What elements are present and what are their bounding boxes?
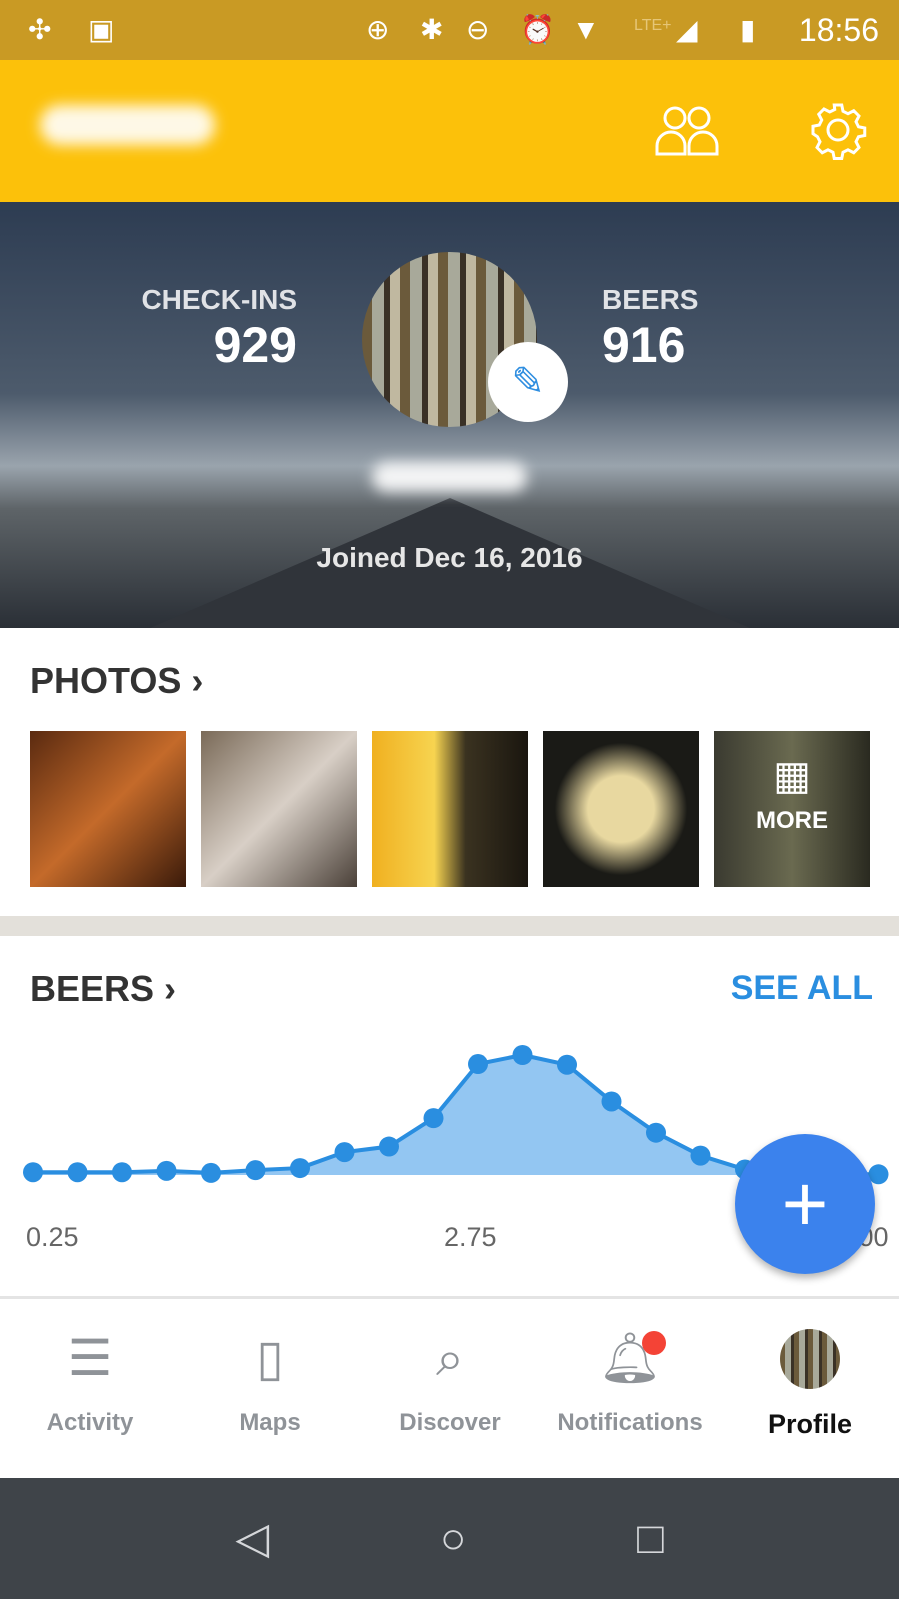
map-icon: ▯ xyxy=(256,1330,284,1386)
checkins-stat[interactable]: CHECK-INS 929 xyxy=(141,284,297,374)
nav-profile[interactable]: Profile xyxy=(720,1299,899,1479)
notification-badge xyxy=(642,1331,666,1355)
plus-icon: + xyxy=(781,1159,829,1248)
joined-date: Joined Dec 16, 2016 xyxy=(316,542,583,573)
settings-icon[interactable] xyxy=(808,100,868,160)
section-divider xyxy=(0,916,899,936)
chart-point xyxy=(23,1162,43,1183)
grid-icon: ▦ xyxy=(773,754,811,798)
signal-icon: ◢ xyxy=(676,14,698,45)
nav-notifications[interactable]: 🔔︎ Notifications xyxy=(540,1299,720,1479)
alarm-icon: ⏰ xyxy=(520,14,555,45)
nav-label: Notifications xyxy=(557,1409,703,1436)
nav-label: Profile xyxy=(767,1409,853,1439)
redacted-name xyxy=(372,462,527,492)
chart-point xyxy=(67,1162,88,1183)
photo-thumbnail[interactable] xyxy=(201,731,357,887)
more-photos-button[interactable]: ▦ MORE xyxy=(714,731,870,887)
nav-label: Maps xyxy=(239,1409,301,1436)
chart-point xyxy=(245,1160,266,1181)
battery-icon: ▮ xyxy=(740,14,756,45)
more-label: MORE xyxy=(756,807,828,834)
x-tick-label: 2.75 xyxy=(444,1222,497,1252)
chart-point xyxy=(423,1108,444,1129)
beers-stat[interactable]: BEERS 916 xyxy=(602,284,698,374)
data-saver-icon: ⊕ xyxy=(366,14,390,45)
beers-count: 916 xyxy=(602,317,686,373)
nav-label: Discover xyxy=(399,1409,501,1436)
redacted-username xyxy=(40,105,215,145)
bluetooth-icon: ✱ xyxy=(420,14,444,45)
network-type: LTE+ xyxy=(634,17,672,34)
chart-point xyxy=(112,1162,132,1183)
chevron-right-icon: › xyxy=(191,660,204,701)
x-tick-label: 0.25 xyxy=(26,1222,79,1252)
clock: 18:56 xyxy=(798,12,879,48)
bell-icon: 🔔︎ xyxy=(540,1329,720,1389)
beers-label: BEERS xyxy=(602,284,699,315)
bottom-navigation: ☰ Activity ▯ Maps ⌕ Discover 🔔︎ Notification… xyxy=(0,1296,899,1478)
photo-thumbnail[interactable] xyxy=(30,731,186,887)
image-icon: ▣ xyxy=(88,14,115,45)
wifi-icon: ▼ xyxy=(572,14,600,45)
checkins-count: 929 xyxy=(213,317,297,373)
status-bar: ✣ ▣ ⊕ ✱ ⊖ ⏰ ▼ LTE+ ◢ ▮ 18:56 xyxy=(0,0,899,60)
add-checkin-button[interactable]: + xyxy=(735,1134,875,1274)
profile-header: CHECK-INS 929 ✎ BEERS 916 Joined Dec 16,… xyxy=(0,202,899,628)
nav-maps[interactable]: ▯ Maps xyxy=(180,1299,360,1479)
edit-avatar-button[interactable]: ✎ xyxy=(488,342,568,422)
friends-icon[interactable] xyxy=(655,102,719,158)
list-icon: ☰ xyxy=(67,1330,113,1386)
photos-header[interactable]: PHOTOS › xyxy=(30,660,203,702)
chart-point xyxy=(601,1091,622,1112)
see-all-link[interactable]: SEE ALL xyxy=(731,969,873,1008)
checkins-label: CHECK-INS xyxy=(141,284,297,315)
nav-discover[interactable]: ⌕ Discover xyxy=(360,1299,540,1479)
chart-point xyxy=(690,1145,711,1166)
chart-point xyxy=(646,1122,666,1143)
chart-point xyxy=(512,1045,533,1065)
chart-point xyxy=(334,1142,355,1163)
search-icon: ⌕ xyxy=(436,1330,464,1386)
system-navigation-bar: ◁ ○ □ xyxy=(0,1478,899,1599)
avatar xyxy=(720,1329,899,1389)
chevron-right-icon: › xyxy=(164,968,177,1009)
app-bar xyxy=(0,60,899,202)
chart-point xyxy=(201,1162,221,1183)
chart-point xyxy=(156,1160,177,1181)
photo-thumbnail[interactable] xyxy=(543,731,699,887)
nav-label: Activity xyxy=(46,1409,134,1436)
beers-header[interactable]: BEERS › xyxy=(30,968,176,1010)
nav-activity[interactable]: ☰ Activity xyxy=(0,1299,180,1479)
home-icon[interactable]: ○ xyxy=(440,1514,467,1564)
chart-point xyxy=(290,1158,310,1179)
pencil-icon: ✎ xyxy=(511,360,545,404)
back-icon[interactable]: ◁ xyxy=(235,1513,269,1564)
chart-point xyxy=(468,1054,488,1075)
chart-point xyxy=(557,1054,577,1075)
photo-thumbnail[interactable] xyxy=(372,731,528,887)
recents-icon[interactable]: □ xyxy=(637,1514,664,1564)
chart-point xyxy=(379,1136,399,1157)
beers-title: BEERS xyxy=(30,968,155,1009)
do-not-disturb-icon: ⊖ xyxy=(466,14,490,45)
pinwheel-icon: ✣ xyxy=(28,14,52,45)
photos-title: PHOTOS xyxy=(30,660,182,701)
